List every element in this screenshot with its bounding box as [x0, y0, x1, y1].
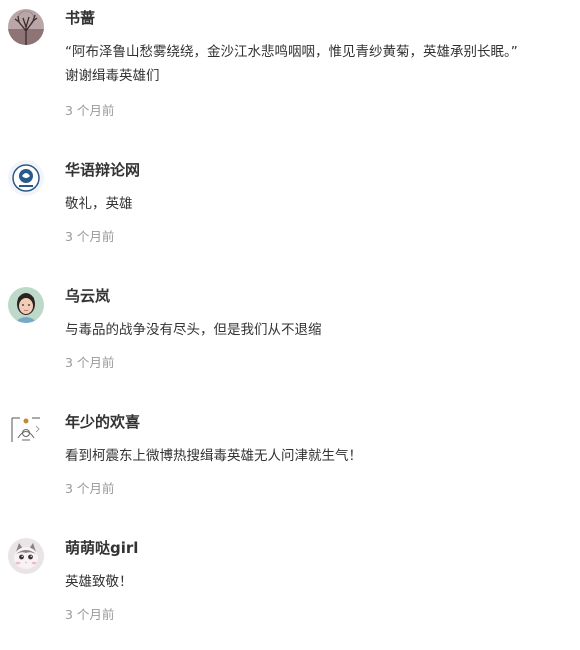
comment-text: “阿布泽鲁山愁雾绕绕，金沙江水悲鸣咽咽，惟见青纱黄菊，英雄承别长眠。” 谢谢缉毒… [65, 44, 518, 84]
comment-text: 看到柯震东上微博热搜缉毒英雄无人问津就生气！ [65, 448, 362, 464]
comment-username[interactable]: 年少的欢喜 [65, 411, 140, 432]
comment-item: 书蔷 “阿布泽鲁山愁雾绕绕，金沙江水悲鸣咽咽，惟见青纱黄菊，英雄承别长眠。” 谢… [0, 0, 580, 120]
comment-timestamp: 3 个月前 [65, 103, 115, 118]
comment-username[interactable]: 书蔷 [65, 7, 95, 28]
comment-item: 年少的欢喜 看到柯震东上微博热搜缉毒英雄无人问津就生气！ 3 个月前 [0, 404, 580, 524]
comment-item: 萌萌哒girl 英雄致敬！ 3 个月前 [0, 530, 580, 650]
comment-timestamp: 3 个月前 [65, 355, 115, 370]
comment-text: 敬礼，英雄 [65, 196, 133, 212]
comment-text: 英雄致敬！ [65, 574, 133, 590]
comment-username[interactable]: 华语辩论网 [65, 159, 140, 180]
tree-silhouette-avatar-icon[interactable] [8, 9, 44, 45]
portrait-avatar-icon[interactable] [8, 287, 44, 323]
comment-timestamp: 3 个月前 [65, 229, 115, 244]
sketch-avatar-icon[interactable] [8, 412, 44, 448]
comment-timestamp: 3 个月前 [65, 481, 115, 496]
comment-username[interactable]: 乌云岚 [65, 285, 110, 306]
cat-avatar-icon[interactable] [8, 538, 44, 574]
debate-logo-avatar-icon[interactable] [8, 160, 44, 196]
comment-username[interactable]: 萌萌哒girl [65, 537, 138, 558]
comment-text: 与毒品的战争没有尽头，但是我们从不退缩 [65, 322, 322, 338]
comment-item: 乌云岚 与毒品的战争没有尽头，但是我们从不退缩 3 个月前 [0, 278, 580, 398]
comment-timestamp: 3 个月前 [65, 607, 115, 622]
comment-item: 华语辩论网 敬礼，英雄 3 个月前 [0, 152, 580, 272]
